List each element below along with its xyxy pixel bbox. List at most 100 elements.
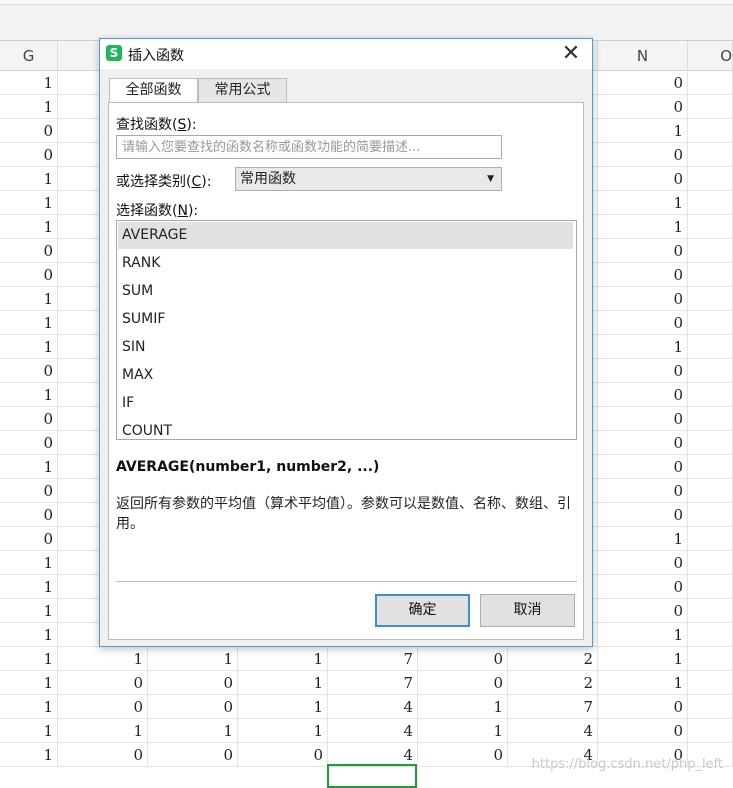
category-select[interactable]: 常用函数 ▼ <box>235 167 502 191</box>
cell-n[interactable]: 0 <box>598 239 688 263</box>
cell-o[interactable] <box>688 95 733 119</box>
cell-n[interactable]: 0 <box>598 719 688 743</box>
cell-o[interactable] <box>688 359 733 383</box>
cell-g[interactable]: 1 <box>0 575 58 599</box>
cell-g[interactable]: 1 <box>0 695 58 719</box>
cell[interactable]: 0 <box>148 671 238 695</box>
cell-n[interactable]: 0 <box>598 359 688 383</box>
close-icon[interactable]: ✕ <box>558 41 584 67</box>
cell[interactable]: 4 <box>328 695 418 719</box>
cell[interactable]: 1 <box>58 719 148 743</box>
cell-n[interactable]: 0 <box>598 71 688 95</box>
cell-n[interactable]: 0 <box>598 287 688 311</box>
cell-g[interactable]: 0 <box>0 503 58 527</box>
cell-o[interactable] <box>688 575 733 599</box>
cell-o[interactable] <box>688 527 733 551</box>
cell[interactable]: 1 <box>148 719 238 743</box>
cell[interactable]: 0 <box>58 671 148 695</box>
ok-button[interactable]: 确定 <box>375 594 470 627</box>
cell[interactable]: 7 <box>328 647 418 671</box>
cell-g[interactable]: 0 <box>0 143 58 167</box>
function-list-item[interactable]: SUM <box>118 278 573 305</box>
cell-n[interactable]: 0 <box>598 167 688 191</box>
cell[interactable]: 0 <box>418 743 508 767</box>
cell[interactable]: 0 <box>148 743 238 767</box>
cell-o[interactable] <box>688 335 733 359</box>
function-list-item[interactable]: IF <box>118 390 573 417</box>
search-input[interactable] <box>116 135 502 159</box>
column-header-n[interactable]: N <box>598 41 688 71</box>
cell[interactable]: 1 <box>418 695 508 719</box>
cell[interactable]: 0 <box>418 671 508 695</box>
dialog-titlebar[interactable]: S 插入函数 ✕ <box>100 39 592 69</box>
cell-o[interactable] <box>688 383 733 407</box>
function-list-item[interactable]: AVERAGE <box>118 222 573 249</box>
cell-g[interactable]: 1 <box>0 599 58 623</box>
cell-n[interactable]: 1 <box>598 647 688 671</box>
cell-g[interactable]: 1 <box>0 551 58 575</box>
cell-g[interactable]: 1 <box>0 455 58 479</box>
cell-g[interactable]: 1 <box>0 743 58 767</box>
cell-o[interactable] <box>688 671 733 695</box>
cell-o[interactable] <box>688 695 733 719</box>
column-header-g[interactable]: G <box>0 41 58 71</box>
cell-g[interactable]: 0 <box>0 359 58 383</box>
cell-g[interactable]: 1 <box>0 167 58 191</box>
cell-n[interactable]: 0 <box>598 407 688 431</box>
cancel-button[interactable]: 取消 <box>480 594 575 627</box>
cell-n[interactable]: 0 <box>598 95 688 119</box>
function-list-item[interactable]: COUNT <box>118 418 573 439</box>
cell-g[interactable]: 1 <box>0 671 58 695</box>
cell-o[interactable] <box>688 623 733 647</box>
cell-o[interactable] <box>688 551 733 575</box>
cell-g[interactable]: 1 <box>0 287 58 311</box>
cell[interactable]: 7 <box>328 671 418 695</box>
cell-o[interactable] <box>688 431 733 455</box>
cell-n[interactable]: 1 <box>598 119 688 143</box>
cell-o[interactable] <box>688 215 733 239</box>
function-list-item[interactable]: SUMIF <box>118 306 573 333</box>
cell-g[interactable]: 1 <box>0 335 58 359</box>
cell-n[interactable]: 0 <box>598 455 688 479</box>
cell[interactable]: 1 <box>238 695 328 719</box>
cell-o[interactable] <box>688 239 733 263</box>
cell-n[interactable]: 0 <box>598 383 688 407</box>
cell[interactable]: 4 <box>328 719 418 743</box>
cell-n[interactable]: 1 <box>598 527 688 551</box>
cell-g[interactable]: 0 <box>0 431 58 455</box>
tab-common-formulas[interactable]: 常用公式 <box>198 78 287 103</box>
cell[interactable]: 0 <box>58 695 148 719</box>
cell-n[interactable]: 0 <box>598 575 688 599</box>
cell-g[interactable]: 0 <box>0 263 58 287</box>
cell-o[interactable] <box>688 503 733 527</box>
cell[interactable]: 0 <box>418 647 508 671</box>
cell-o[interactable] <box>688 719 733 743</box>
cell-g[interactable]: 1 <box>0 191 58 215</box>
cell-o[interactable] <box>688 191 733 215</box>
cell-n[interactable]: 1 <box>598 191 688 215</box>
cell-g[interactable]: 1 <box>0 215 58 239</box>
cell-g[interactable]: 1 <box>0 383 58 407</box>
cell[interactable]: 1 <box>238 719 328 743</box>
cell[interactable]: 4 <box>508 719 598 743</box>
cell-o[interactable] <box>688 119 733 143</box>
tab-all-functions[interactable]: 全部函数 <box>109 78 198 104</box>
cell-n[interactable]: 0 <box>598 479 688 503</box>
cell[interactable]: 0 <box>238 743 328 767</box>
selected-cell[interactable] <box>327 764 417 788</box>
cell[interactable]: 0 <box>148 695 238 719</box>
cell-o[interactable] <box>688 407 733 431</box>
cell-n[interactable]: 1 <box>598 671 688 695</box>
cell-n[interactable]: 0 <box>598 695 688 719</box>
cell-g[interactable]: 1 <box>0 71 58 95</box>
cell-n[interactable]: 0 <box>598 311 688 335</box>
cell-o[interactable] <box>688 71 733 95</box>
cell-g[interactable]: 0 <box>0 527 58 551</box>
cell[interactable]: 1 <box>238 647 328 671</box>
cell-g[interactable]: 1 <box>0 719 58 743</box>
cell[interactable]: 1 <box>58 647 148 671</box>
cell-n[interactable]: 1 <box>598 623 688 647</box>
cell-g[interactable]: 1 <box>0 623 58 647</box>
cell[interactable]: 2 <box>508 671 598 695</box>
cell-g[interactable]: 0 <box>0 479 58 503</box>
